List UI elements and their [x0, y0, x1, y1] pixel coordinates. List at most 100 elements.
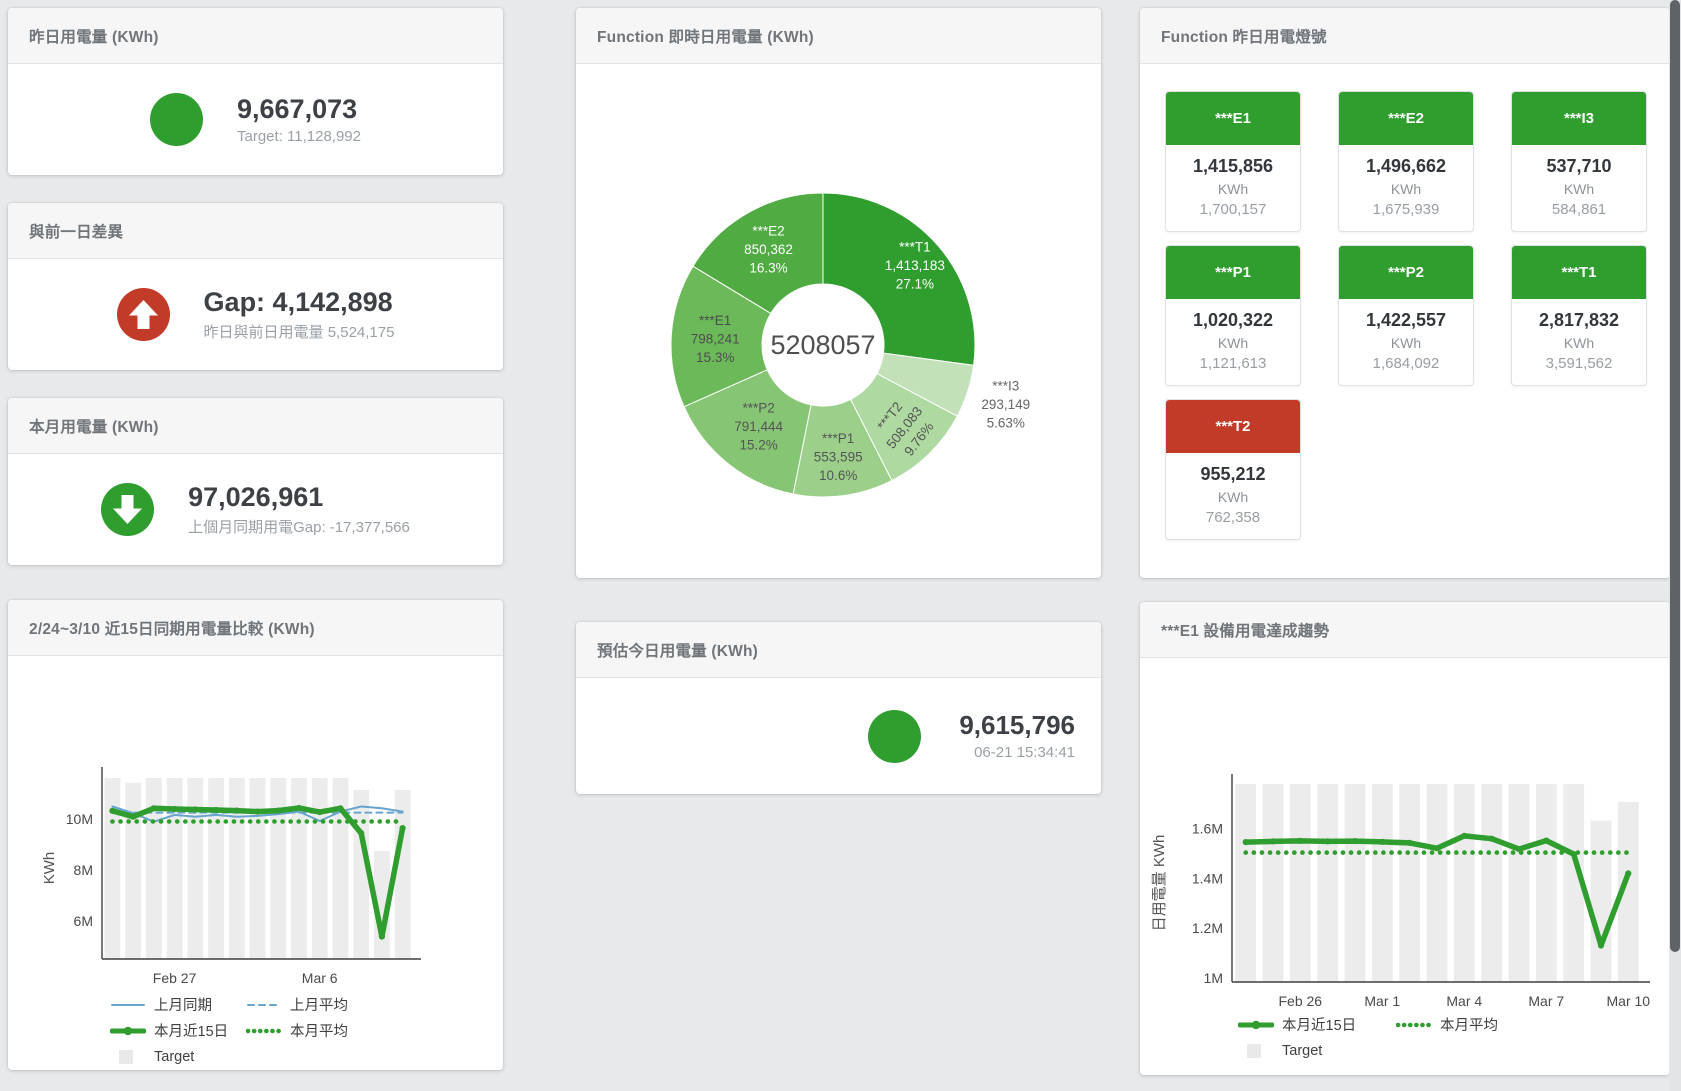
legend-swatch-dash	[246, 997, 282, 1012]
device-tile-***E1[interactable]: ***E11,415,856KWh1,700,157	[1165, 91, 1301, 232]
tile-value: 1,496,662	[1341, 156, 1471, 177]
legend-swatch-line	[110, 997, 146, 1012]
stat-value: 9,615,796	[959, 711, 1075, 741]
card-header: 2/24~3/10 近15日同期用電量比較 (KWh)	[8, 600, 503, 656]
arrow-down-circle-icon	[101, 483, 154, 536]
svg-text:Mar 7: Mar 7	[1528, 993, 1564, 1009]
legend-item-Target[interactable]: Target	[1238, 1040, 1396, 1061]
legend-swatch-square	[110, 1049, 146, 1064]
card-title: 與前一日差異	[29, 220, 123, 242]
tile-status-header: ***T2	[1166, 400, 1300, 453]
card-header: 本月用電量 (KWh)	[8, 398, 503, 454]
legend-item-Target[interactable]: Target	[110, 1046, 246, 1067]
svg-text:Mar 6: Mar 6	[302, 970, 338, 986]
device-tile-***E2[interactable]: ***E21,496,662KWh1,675,939	[1338, 91, 1474, 232]
svg-text:10M: 10M	[66, 811, 93, 827]
legend-swatch-thick	[1238, 1017, 1274, 1032]
svg-text:***I3293,1495.63%: ***I3293,1495.63%	[981, 379, 1030, 431]
tile-unit: KWh	[1514, 181, 1644, 197]
compare-chart-canvas[interactable]: 6M8M10MFeb 27Mar 6KWh	[8, 656, 503, 996]
stat-value: Gap: 4,142,898	[204, 287, 395, 318]
svg-text:Mar 1: Mar 1	[1364, 993, 1400, 1009]
scrollbar-track[interactable]	[1669, 0, 1681, 1091]
legend-item-上月平均[interactable]: 上月平均	[246, 994, 348, 1015]
tile-value: 537,710	[1514, 156, 1644, 177]
legend-label: 上月同期	[154, 994, 212, 1015]
stat-subtitle: 06-21 15:34:41	[959, 744, 1075, 761]
tile-body: 1,020,322KWh1,121,613	[1166, 299, 1300, 385]
legend-label: 本月平均	[290, 1020, 348, 1041]
svg-text:1.4M: 1.4M	[1192, 870, 1223, 886]
card-header: 預估今日用電量 (KWh)	[576, 622, 1101, 678]
svg-text:1M: 1M	[1204, 970, 1223, 986]
device-tile-***T2[interactable]: ***T2 955,212 KWh 762,358	[1165, 399, 1301, 540]
card-lights-panel: Function 昨日用電燈號 ***E11,415,856KWh1,700,1…	[1140, 8, 1670, 578]
tile-target-value: 1,121,613	[1168, 355, 1298, 372]
tile-body: 955,212 KWh 762,358	[1166, 453, 1300, 539]
lights-body: ***E11,415,856KWh1,700,157***E21,496,662…	[1140, 64, 1670, 540]
donut-chart-canvas[interactable]: ***T11,413,18327.1%***I3293,1495.63%***T…	[576, 64, 1101, 574]
card-header: ***E1 設備用電達成趨勢	[1140, 602, 1670, 658]
stat-body: 9,615,796 06-21 15:34:41	[576, 678, 1101, 794]
tile-target-value: 1,675,939	[1341, 201, 1471, 218]
tile-value: 955,212	[1168, 464, 1298, 485]
compare-chart-body: 6M8M10MFeb 27Mar 6KWh 上月同期上月平均本月近15日本月平均…	[8, 656, 503, 1070]
device-tile-***P1[interactable]: ***P11,020,322KWh1,121,613	[1165, 245, 1301, 386]
stat-subtitle: 上個月同期用電Gap: -17,377,566	[188, 516, 410, 537]
trend-chart-canvas[interactable]: 1M1.2M1.4M1.6MFeb 26Mar 1Mar 4Mar 7Mar 1…	[1140, 658, 1670, 1015]
legend-swatch-thick	[110, 1023, 146, 1038]
energy-dashboard: 昨日用電量 (KWh) 9,667,073 Target: 11,128,992…	[0, 0, 1681, 1091]
svg-text:Feb 27: Feb 27	[153, 970, 197, 986]
status-circle-icon	[868, 710, 921, 763]
legend-swatch-dot	[1396, 1017, 1432, 1032]
legend-item-本月平均[interactable]: 本月平均	[246, 1020, 348, 1041]
legend-item-本月近15日[interactable]: 本月近15日	[110, 1020, 246, 1041]
device-tile-***T1[interactable]: ***T12,817,832KWh3,591,562	[1511, 245, 1647, 386]
device-tile-***I3[interactable]: ***I3537,710KWh584,861	[1511, 91, 1647, 232]
tile-body: 1,415,856KWh1,700,157	[1166, 145, 1300, 231]
card-title: Function 即時日用電量 (KWh)	[597, 25, 814, 47]
tile-target-value: 3,591,562	[1514, 355, 1644, 372]
arrow-up-circle-icon	[117, 288, 170, 341]
status-circle-icon	[150, 93, 203, 146]
scrollbar-thumb[interactable]	[1670, 0, 1680, 952]
legend-label: 本月平均	[1440, 1014, 1498, 1035]
stat-subtitle: 昨日與前日用電量 5,524,175	[204, 321, 395, 342]
card-realtime-donut: Function 即時日用電量 (KWh) ***T11,413,18327.1…	[576, 8, 1101, 578]
legend-item-本月近15日[interactable]: 本月近15日	[1238, 1014, 1396, 1035]
tile-target-value: 1,684,092	[1341, 355, 1471, 372]
card-month-usage: 本月用電量 (KWh) 97,026,961 上個月同期用電Gap: -17,3…	[8, 398, 503, 565]
card-compare-chart: 2/24~3/10 近15日同期用電量比較 (KWh) 6M8M10MFeb 2…	[8, 600, 503, 1070]
donut-body: ***T11,413,18327.1%***I3293,1495.63%***T…	[576, 64, 1101, 578]
tile-value: 1,415,856	[1168, 156, 1298, 177]
card-e1-trend: ***E1 設備用電達成趨勢 1M1.2M1.4M1.6MFeb 26Mar 1…	[1140, 602, 1670, 1075]
card-header: 與前一日差異	[8, 203, 503, 259]
tile-status-header: ***E1	[1166, 92, 1300, 145]
tile-unit: KWh	[1168, 181, 1298, 197]
svg-text:Mar 4: Mar 4	[1446, 993, 1482, 1009]
card-estimate-today: 預估今日用電量 (KWh) 9,615,796 06-21 15:34:41	[576, 622, 1101, 794]
legend-swatch-square	[1238, 1043, 1274, 1058]
trend-chart-body: 1M1.2M1.4M1.6MFeb 26Mar 1Mar 4Mar 7Mar 1…	[1140, 658, 1670, 1075]
stat-value: 97,026,961	[188, 482, 410, 513]
stat-body: Gap: 4,142,898 昨日與前日用電量 5,524,175	[8, 259, 503, 370]
card-title: ***E1 設備用電達成趨勢	[1161, 619, 1329, 641]
tile-body: 1,422,557KWh1,684,092	[1339, 299, 1473, 385]
legend-item-本月平均[interactable]: 本月平均	[1396, 1014, 1498, 1035]
svg-text:Mar 10: Mar 10	[1607, 993, 1651, 1009]
tile-unit: KWh	[1168, 335, 1298, 351]
legend-item-上月同期[interactable]: 上月同期	[110, 994, 246, 1015]
tile-status-header: ***P1	[1166, 246, 1300, 299]
card-title: 預估今日用電量 (KWh)	[597, 639, 758, 661]
trend-chart-legend: 本月近15日 本月平均 Target	[1238, 1014, 1498, 1061]
card-day-gap: 與前一日差異 Gap: 4,142,898 昨日與前日用電量 5,524,175	[8, 203, 503, 370]
tile-target-value: 762,358	[1168, 509, 1298, 526]
svg-text:1.6M: 1.6M	[1192, 821, 1223, 837]
device-tile-***P2[interactable]: ***P21,422,557KWh1,684,092	[1338, 245, 1474, 386]
legend-swatch-dot	[246, 1023, 282, 1038]
tile-status-header: ***E2	[1339, 92, 1473, 145]
tile-target-value: 584,861	[1514, 201, 1644, 218]
tile-unit: KWh	[1168, 489, 1298, 505]
tile-value: 1,422,557	[1341, 310, 1471, 331]
svg-text:8M: 8M	[74, 862, 93, 878]
